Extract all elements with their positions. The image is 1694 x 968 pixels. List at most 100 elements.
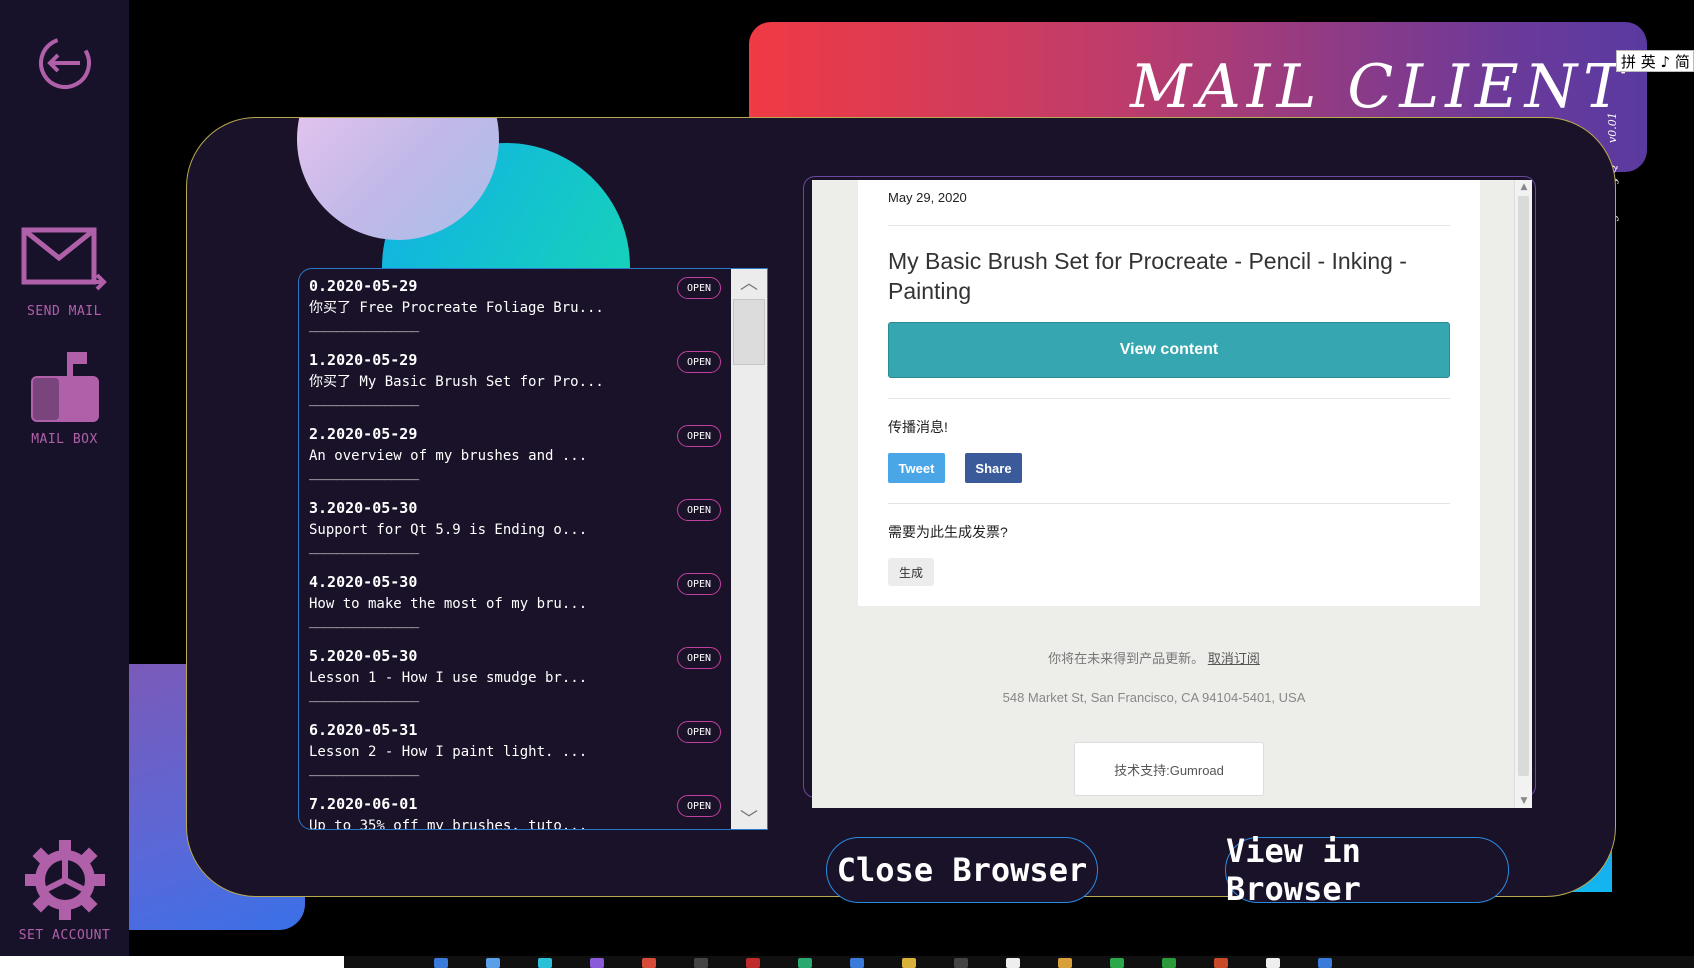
mail-subject: Lesson 2 - How I paint light. ... <box>309 744 588 760</box>
taskbar-app-icon[interactable] <box>590 958 604 968</box>
mail-list-item[interactable]: 4.2020-05-30 How to make the most of my b… <box>299 565 733 639</box>
open-mail-button[interactable]: OPEN <box>677 795 721 817</box>
taskbar-app-icon[interactable] <box>1162 958 1176 968</box>
mail-date: 5.2020-05-30 <box>309 647 418 665</box>
mail-subject: Support for Qt 5.9 is Ending o... <box>309 522 588 538</box>
mail-date: 7.2020-06-01 <box>309 795 418 813</box>
open-mail-button[interactable]: OPEN <box>677 721 721 743</box>
mail-box-button[interactable]: MAIL BOX <box>0 350 129 447</box>
scroll-down-icon[interactable]: ﹀ <box>731 805 767 829</box>
footer-updates-text: 你将在未来得到产品更新。 <box>1048 651 1205 666</box>
taskbar-app-icon[interactable] <box>746 958 760 968</box>
mail-list-item[interactable]: 5.2020-05-30 Lesson 1 - How I use smudge … <box>299 639 733 713</box>
taskbar-app-icon[interactable] <box>486 958 500 968</box>
mail-subject: An overview of my brushes and ... <box>309 448 588 464</box>
mail-date: 1.2020-05-29 <box>309 351 418 369</box>
send-mail-icon <box>21 227 107 291</box>
mailbox-icon <box>30 352 99 422</box>
open-mail-button[interactable]: OPEN <box>677 647 721 669</box>
mail-list[interactable]: 0.2020-05-29 你买了 Free Procreate Foliage B… <box>298 268 768 830</box>
mail-list-item[interactable]: 2.2020-05-29 An overview of my brushes an… <box>299 417 733 491</box>
mail-subject: Up to 35% off my brushes, tuto... <box>309 818 588 830</box>
view-content-button[interactable]: View content <box>888 322 1450 378</box>
mail-separator: ________________ <box>309 466 419 481</box>
taskbar-start <box>0 956 344 968</box>
browser-scrollbar-thumb[interactable] <box>1518 196 1529 776</box>
mail-subject: How to make the most of my bru... <box>309 596 588 612</box>
mail-list-item[interactable]: 1.2020-05-29 你买了 My Basic Brush Set for P… <box>299 343 733 417</box>
taskbar-app-icon[interactable] <box>798 958 812 968</box>
close-browser-button[interactable]: Close Browser <box>826 837 1098 903</box>
mail-date: 6.2020-05-31 <box>309 721 418 739</box>
logout-icon <box>38 37 91 89</box>
open-mail-button[interactable]: OPEN <box>677 277 721 299</box>
mail-list-scrollbar[interactable]: ︿ ﹀ <box>731 269 767 829</box>
app-title: MAIL CLIENT <box>1130 52 1630 122</box>
open-mail-button[interactable]: OPEN <box>677 425 721 447</box>
taskbar-app-icon[interactable] <box>1214 958 1228 968</box>
taskbar-app-icon[interactable] <box>1110 958 1124 968</box>
open-mail-button[interactable]: OPEN <box>677 573 721 595</box>
scroll-up-icon[interactable]: ︿ <box>731 269 767 295</box>
mail-list-item[interactable]: 6.2020-05-31 Lesson 2 - How I paint light… <box>299 713 733 787</box>
taskbar-app-icon[interactable] <box>850 958 864 968</box>
browser-scroll-down-icon[interactable]: ▼ <box>1515 796 1532 806</box>
powered-by-button[interactable]: 技术支持:Gumroad <box>1074 742 1264 796</box>
mail-separator: ________________ <box>309 688 419 703</box>
taskbar-app-icon[interactable] <box>1318 958 1332 968</box>
invoice-text: 需要为此生成发票? <box>888 524 1008 540</box>
send-mail-button[interactable]: SEND MAIL <box>0 226 129 319</box>
mail-list-item[interactable]: 0.2020-05-29 你买了 Free Procreate Foliage B… <box>299 269 733 343</box>
mail-subject: Lesson 1 - How I use smudge br... <box>309 670 588 686</box>
spread-text: 传播消息! <box>888 419 948 435</box>
taskbar-app-icon[interactable] <box>1266 958 1280 968</box>
email-card: May 29, 2020 My Basic Brush Set for Proc… <box>858 180 1480 606</box>
footer-address: 548 Market St, San Francisco, CA 94104-5… <box>1002 690 1306 705</box>
mail-separator: ________________ <box>309 318 419 333</box>
mail-date: 0.2020-05-29 <box>309 277 418 295</box>
mail-separator: ________________ <box>309 614 419 629</box>
browser-scroll-up-icon[interactable]: ▲ <box>1515 182 1532 192</box>
gear-icon <box>24 840 105 920</box>
mail-box-label: MAIL BOX <box>31 432 98 447</box>
open-mail-button[interactable]: OPEN <box>677 351 721 373</box>
divider <box>888 503 1450 504</box>
mail-separator: ________________ <box>309 540 419 555</box>
taskbar-app-icon[interactable] <box>434 958 448 968</box>
taskbar-app-icon[interactable] <box>538 958 552 968</box>
scrollbar-thumb[interactable] <box>733 299 765 365</box>
footer-updates: 你将在未来得到产品更新。 取消订阅 <box>812 648 1496 667</box>
mail-list-item[interactable]: 7.2020-06-01 Up to 35% off my brushes, tu… <box>299 787 733 830</box>
mail-date: 4.2020-05-30 <box>309 573 418 591</box>
set-account-button[interactable]: SET ACCOUNT <box>0 838 129 943</box>
email-browser[interactable]: May 29, 2020 My Basic Brush Set for Proc… <box>812 180 1532 808</box>
mail-separator: ________________ <box>309 392 419 407</box>
open-mail-button[interactable]: OPEN <box>677 499 721 521</box>
share-row: Tweet Share <box>888 453 1450 483</box>
taskbar-app-icon[interactable] <box>642 958 656 968</box>
ime-toolbar[interactable]: 拼 英 ♪ 简 <box>1616 50 1694 72</box>
unsubscribe-link[interactable]: 取消订阅 <box>1208 651 1260 666</box>
tweet-button[interactable]: Tweet <box>888 453 945 483</box>
taskbar-app-icon[interactable] <box>902 958 916 968</box>
email-date: May 29, 2020 <box>888 180 1450 226</box>
taskbar-app-icon[interactable] <box>1006 958 1020 968</box>
taskbar-app-icon[interactable] <box>694 958 708 968</box>
mail-separator: ________________ <box>309 762 419 777</box>
mail-date: 3.2020-05-30 <box>309 499 418 517</box>
mail-date: 2.2020-05-29 <box>309 425 418 443</box>
browser-scrollbar[interactable]: ▲ ▼ <box>1514 180 1532 808</box>
email-title: My Basic Brush Set for Procreate - Penci… <box>888 248 1407 304</box>
generate-invoice-button[interactable]: 生成 <box>888 558 934 586</box>
view-in-browser-button[interactable]: View in Browser <box>1225 832 1509 908</box>
mail-list-item[interactable]: 3.2020-05-30 Support for Qt 5.9 is Ending… <box>299 491 733 565</box>
send-mail-label: SEND MAIL <box>27 304 102 319</box>
divider <box>888 398 1450 399</box>
mail-subject: 你买了 My Basic Brush Set for Pro... <box>309 374 604 390</box>
mail-items: 0.2020-05-29 你买了 Free Procreate Foliage B… <box>299 269 733 830</box>
share-button[interactable]: Share <box>965 453 1022 483</box>
taskbar-app-icon[interactable] <box>1058 958 1072 968</box>
back-button[interactable] <box>0 34 129 92</box>
taskbar-app-icon[interactable] <box>954 958 968 968</box>
taskbar <box>344 956 1694 968</box>
